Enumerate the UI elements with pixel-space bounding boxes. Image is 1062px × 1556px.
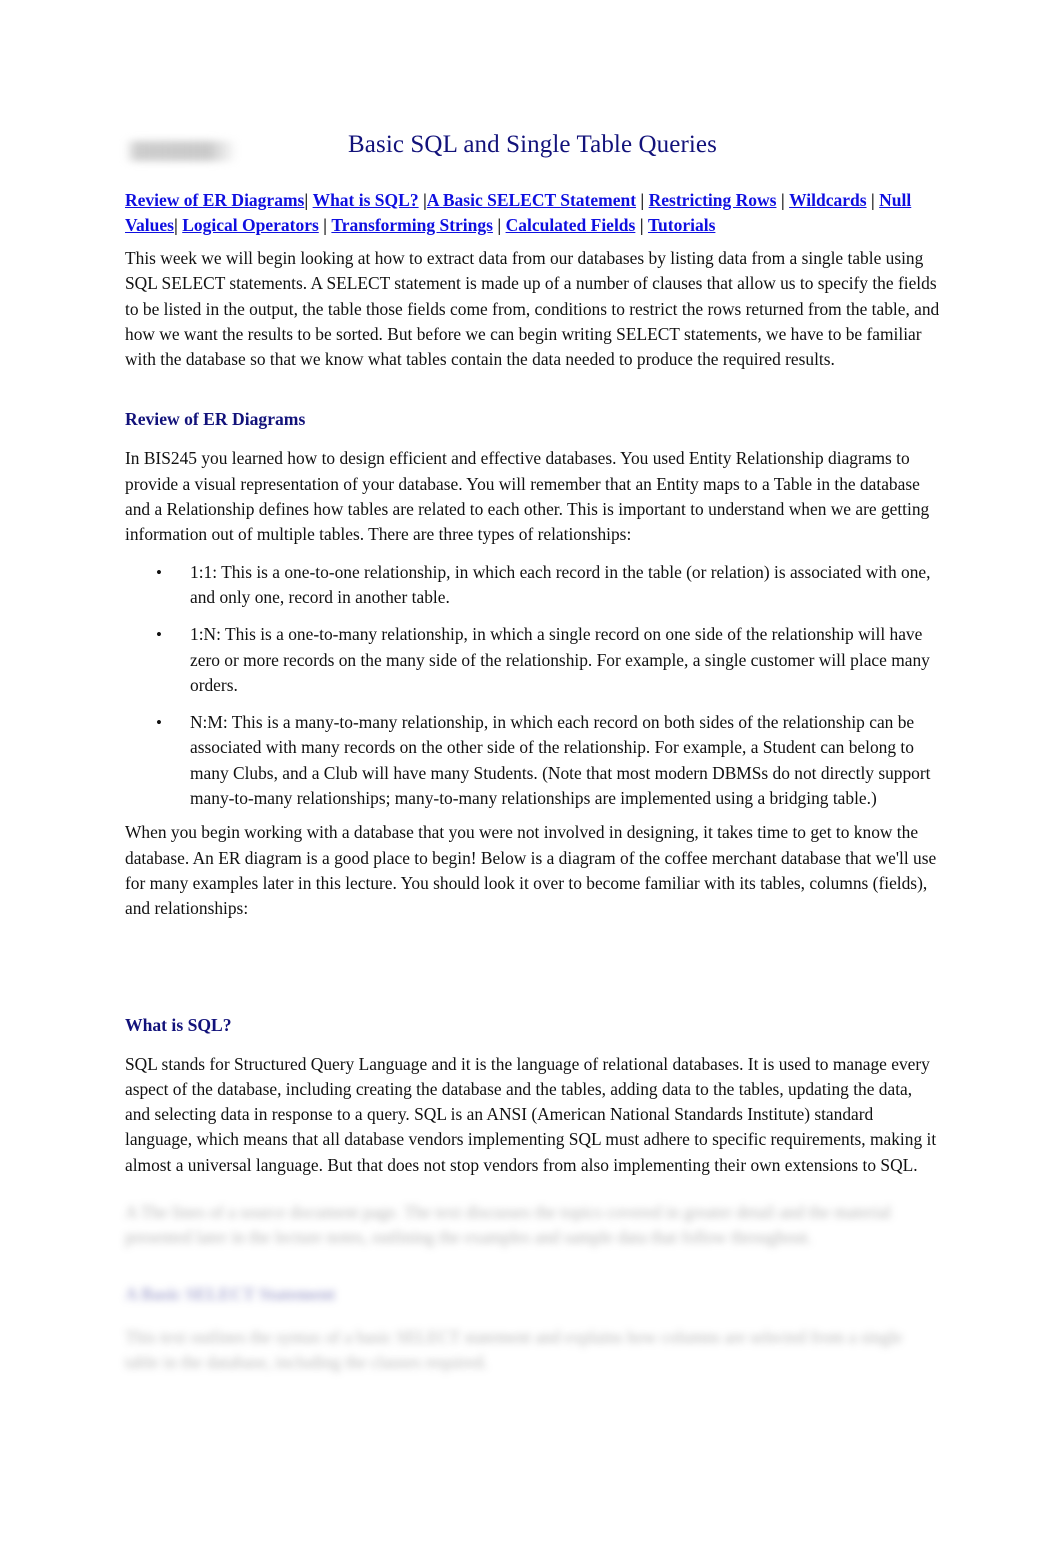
sql-paragraph: SQL stands for Structured Query Language… <box>125 1053 937 1175</box>
nav-link-review-of-er-diagrams[interactable]: Review of ER Diagrams <box>125 190 304 210</box>
list-item-text: 1:N: This is a one-to-many relationship,… <box>190 624 930 695</box>
nav-link-what-is-sql[interactable]: What is SQL? <box>313 190 419 210</box>
nav-separator: | <box>323 214 328 235</box>
section-nav-links: Review of ER Diagrams| What is SQL? |A B… <box>125 188 925 237</box>
bullet-icon: • <box>156 562 162 582</box>
title-row: Basic SQL and Single Table Queries <box>125 118 940 161</box>
list-item-text: 1:1: This is a one-to-one relationship, … <box>190 561 931 607</box>
document-page: Basic SQL and Single Table Queries Revie… <box>0 0 1062 1556</box>
nav-link-a-basic-select-statement[interactable]: A Basic SELECT Statement <box>427 190 636 210</box>
er-intro-paragraph: In BIS245 you learned how to design effi… <box>125 448 930 545</box>
page-title: Basic SQL and Single Table Queries <box>348 131 717 158</box>
obscured-paragraph-one: A The lines of a source document page. T… <box>125 1202 892 1248</box>
list-item: • 1:1: This is a one-to-one relationship… <box>125 560 940 611</box>
list-item: • N:M: This is a many-to-many relationsh… <box>125 710 940 811</box>
nav-separator: | <box>639 214 644 235</box>
nav-link-wildcards[interactable]: Wildcards <box>789 190 866 210</box>
heading-what-is-sql: What is SQL? <box>125 1014 232 1035</box>
nav-link-calculated-fields[interactable]: Calculated Fields <box>506 215 636 235</box>
list-item-text: N:M: This is a many-to-many relationship… <box>190 712 931 809</box>
obscured-paragraph-two: This text outlines the syntax of a basic… <box>125 1326 903 1372</box>
intro-paragraph: This week we will begin looking at how t… <box>125 248 940 370</box>
nav-separator: | <box>173 214 178 235</box>
nav-separator: | <box>304 190 309 210</box>
nav-link-restricting-rows[interactable]: Restricting Rows <box>649 190 777 210</box>
nav-link-tutorials[interactable]: Tutorials <box>648 215 715 235</box>
nav-separator: | <box>870 190 875 210</box>
nav-link-logical-operators[interactable]: Logical Operators <box>182 215 319 235</box>
nav-separator: | <box>497 214 502 235</box>
heading-review-of-er-diagrams: Review of ER Diagrams <box>125 409 306 430</box>
bullet-icon: • <box>156 713 162 733</box>
er-diagram-placeholder <box>125 922 940 1014</box>
nav-separator: | <box>640 190 645 210</box>
er-closing-paragraph: When you begin working with a database t… <box>125 822 937 919</box>
document-content: Basic SQL and Single Table Queries Revie… <box>125 118 940 1375</box>
nav-separator: | <box>780 190 785 210</box>
obscured-heading: A Basic SELECT Statement <box>125 1283 336 1304</box>
nav-link-transforming-strings[interactable]: Transforming Strings <box>331 215 493 235</box>
bullet-icon: • <box>156 625 162 645</box>
list-item: • 1:N: This is a one-to-many relationshi… <box>125 622 940 698</box>
relationship-types-list: • 1:1: This is a one-to-one relationship… <box>125 560 940 812</box>
